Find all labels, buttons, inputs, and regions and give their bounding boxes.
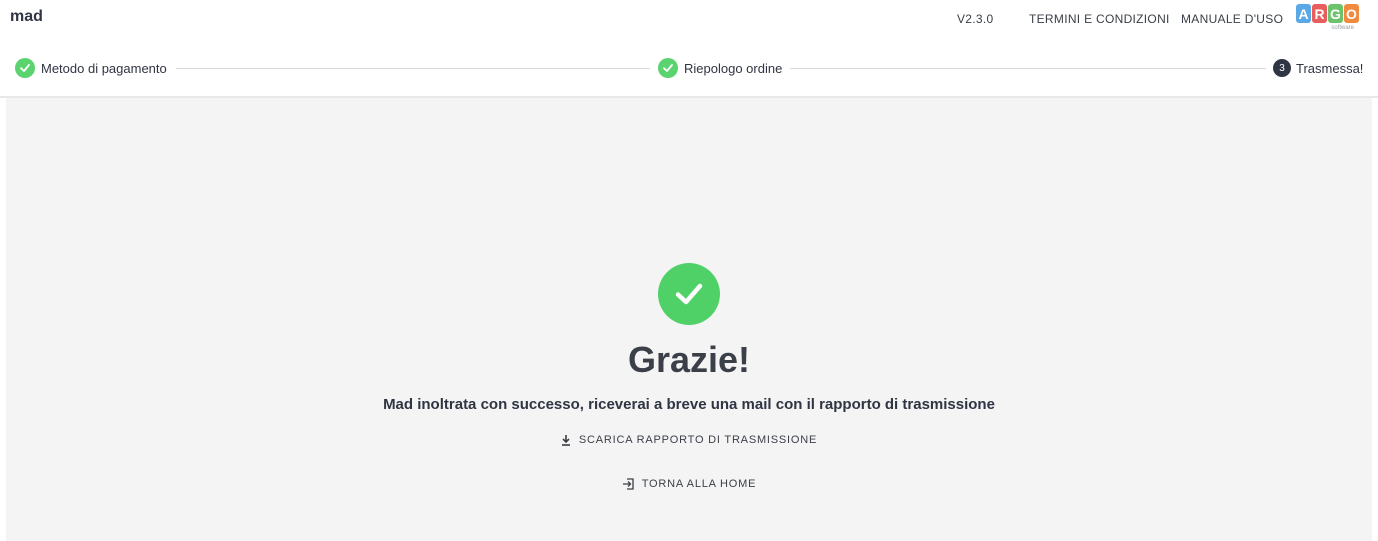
step-connector [790, 68, 1266, 69]
step-payment-method: Metodo di pagamento [15, 52, 167, 84]
thanks-title: Grazie! [627, 339, 751, 380]
order-stepper: Metodo di pagamento Riepologo ordine 3 T… [0, 52, 1378, 84]
check-icon [658, 58, 678, 78]
download-report-label: SCARICA RAPPORTO DI TRASMISSIONE [578, 434, 818, 446]
logo-letter-r: R [1312, 4, 1327, 23]
logo-letter-o: O [1344, 4, 1359, 23]
manual-link[interactable]: MANUALE D'USO [1181, 12, 1283, 26]
version-label: V2.3.0 [957, 12, 994, 26]
terms-link[interactable]: TERMINI E CONDIZIONI [1029, 12, 1170, 26]
logo-subtitle: software [1331, 25, 1354, 31]
top-bar: mad V2.3.0 TERMINI E CONDIZIONI MANUALE … [0, 0, 1378, 40]
check-circle-icon [658, 263, 720, 325]
login-icon [622, 478, 634, 490]
download-icon [561, 434, 571, 446]
download-report-button[interactable]: SCARICA RAPPORTO DI TRASMISSIONE [6, 434, 1372, 446]
back-home-button[interactable]: TORNA ALLA HOME [6, 478, 1372, 490]
success-message: Mad inoltrata con successo, riceverai a … [383, 396, 995, 413]
back-home-label: TORNA ALLA HOME [641, 478, 757, 490]
logo-letter-a: A [1296, 4, 1311, 23]
app-name: mad [10, 8, 43, 25]
step-order-summary: Riepologo ordine [658, 52, 782, 84]
step-label: Trasmessa! [1296, 60, 1364, 76]
step-label: Riepologo ordine [684, 60, 783, 76]
step-connector [176, 68, 650, 69]
logo-letter-g: G [1328, 4, 1343, 23]
step-number: 3 [1273, 59, 1291, 77]
step-label: Metodo di pagamento [41, 60, 167, 76]
check-icon [15, 58, 35, 78]
argo-logo: A R G O software [1296, 4, 1359, 32]
step-transmitted: 3 Trasmessa! [1273, 52, 1363, 84]
confirmation-panel: Grazie! Mad inoltrata con successo, rice… [6, 98, 1372, 541]
